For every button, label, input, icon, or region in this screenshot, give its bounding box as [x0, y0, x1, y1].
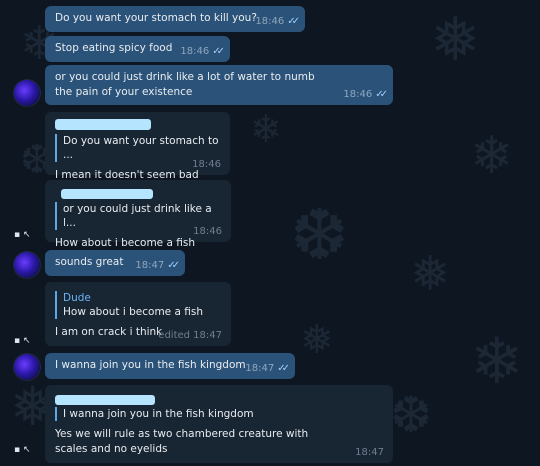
outgoing-message[interactable]: Do you want your stomach to kill you? 18…	[45, 6, 305, 32]
double-check-icon: ✓✓	[212, 46, 225, 57]
message-meta: 18:47 ✓✓	[135, 260, 180, 271]
message-meta: 18:47 ✓✓	[245, 363, 290, 374]
message-time: 18:46	[180, 46, 210, 57]
incoming-message[interactable]: Dude How about i become a fish I am on c…	[45, 282, 231, 346]
message-time: 18:46	[343, 89, 373, 100]
message-meta: 18:46	[192, 159, 221, 170]
message-time: 18:46	[193, 226, 222, 237]
message-time: edited 18:47	[158, 330, 222, 341]
outgoing-message[interactable]: Stop eating spicy food 18:46 ✓✓	[45, 36, 230, 62]
message-text: Yes we will rule as two chambered creatu…	[55, 428, 312, 455]
reply-quote[interactable]: Dude How about i become a fish	[55, 291, 222, 319]
message-meta: 18:46 ✓✓	[343, 89, 388, 100]
double-check-icon: ✓✓	[167, 260, 180, 271]
redacted-sender-name	[61, 189, 153, 199]
double-check-icon: ✓✓	[375, 89, 388, 100]
avatar[interactable]	[14, 252, 40, 278]
message-time: 18:47	[245, 363, 275, 374]
reply-quote[interactable]: I wanna join you in the fish kingdom	[55, 407, 384, 421]
message-meta: edited 18:47	[158, 330, 222, 341]
outgoing-message[interactable]: sounds great 18:47 ✓✓	[45, 250, 185, 276]
avatar[interactable]: ▪ ↖	[14, 336, 36, 346]
message-time: 18:47	[355, 447, 384, 458]
double-check-icon: ✓✓	[287, 16, 300, 27]
redacted-sender-name	[55, 119, 151, 130]
reply-sender-name: Dude	[63, 292, 91, 304]
outgoing-message[interactable]: I wanna join you in the fish kingdom 18:…	[45, 353, 295, 379]
message-text: How about i become a fish	[55, 237, 195, 249]
message-time: 18:46	[255, 16, 285, 27]
incoming-message[interactable]: Do you want your stomach to ... I mean i…	[45, 112, 230, 181]
reply-text: I wanna join you in the fish kingdom	[63, 408, 254, 420]
message-time: 18:47	[135, 260, 165, 271]
redacted-sender-name	[55, 395, 155, 405]
avatar[interactable]	[14, 354, 40, 380]
avatar[interactable]	[14, 80, 40, 106]
message-meta: 18:46	[193, 226, 222, 237]
incoming-message[interactable]: or you could just drink like a l... How …	[45, 180, 231, 249]
reply-text: Do you want your stomach to ...	[63, 135, 219, 161]
outgoing-message[interactable]: or you could just drink like a lot of wa…	[45, 65, 393, 105]
reply-quote[interactable]: Do you want your stomach to ...	[55, 134, 221, 162]
avatar[interactable]: ▪ ↖	[14, 445, 36, 455]
message-meta: 18:47	[355, 447, 384, 458]
avatar[interactable]: ▪ ↖	[14, 230, 36, 240]
message-time: 18:46	[192, 159, 221, 170]
incoming-message[interactable]: I wanna join you in the fish kingdom Yes…	[45, 385, 393, 463]
message-meta: 18:46 ✓✓	[180, 46, 225, 57]
double-check-icon: ✓✓	[277, 363, 290, 374]
reply-text: How about i become a fish	[63, 306, 203, 318]
message-list[interactable]: Do you want your stomach to kill you? 18…	[0, 0, 540, 466]
message-meta: 18:46 ✓✓	[255, 16, 300, 27]
message-text: or you could just drink like a lot of wa…	[55, 71, 318, 98]
